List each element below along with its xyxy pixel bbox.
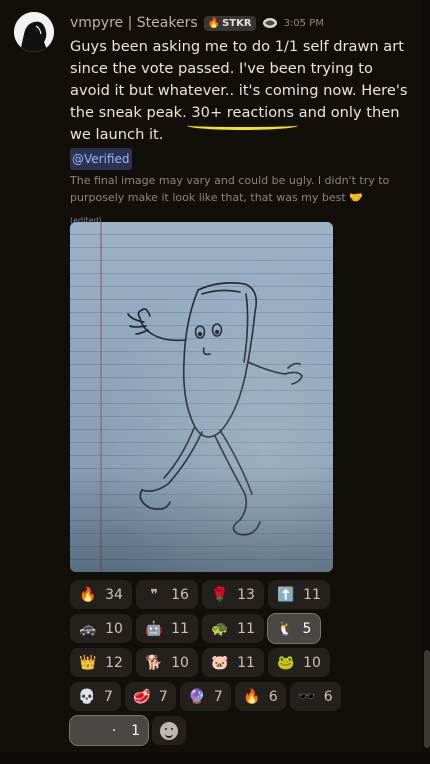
role-mention[interactable]: @Verified <box>70 148 132 170</box>
reaction-count: 10 <box>171 654 189 671</box>
reaction-row: 🚓 10 🤖 11 🐢 11 🐧 5 <box>70 613 350 644</box>
message-content: Guys been asking me to do 1/1 self drawn… <box>70 36 415 232</box>
steak-icon: 🥩 <box>133 688 151 705</box>
reaction-count: 16 <box>171 586 189 603</box>
skull-icon: 💀 <box>78 688 96 705</box>
add-reaction-button[interactable] <box>152 716 186 745</box>
reaction-row: · 1 <box>69 715 350 746</box>
reaction-penguin-selected[interactable]: 🐧 5 <box>267 613 321 644</box>
reaction-doge[interactable]: 🐕 10 <box>136 648 198 677</box>
doge-icon: 🐕 <box>145 654 163 671</box>
reaction-fire-wall[interactable]: 🔥 6 <box>234 682 286 711</box>
rose-icon: 🌹 <box>211 586 229 603</box>
reaction-bar: 🔥 34 ❞ 16 🌹 13 ⬆️ 11 🚓 10 🤖 11 🐢 11 🐧 5 👑 12 🐕 10 … <box>69 580 350 750</box>
message-header: vmpyre | Steakers 🔥 STKR 3:05 PM <box>70 14 324 32</box>
username[interactable]: vmpyre | Steakers <box>70 15 198 31</box>
turtle-icon: 🐢 <box>211 620 229 637</box>
purple-flame-icon: 🔮 <box>188 688 206 705</box>
reaction-row: 💀 7 🥩 7 🔮 7 🔥 6 🕶️ 6 <box>70 682 350 711</box>
reaction-count: 11 <box>171 620 189 637</box>
this-arrow-icon: ⬆️ <box>277 586 295 603</box>
reaction-skull[interactable]: 💀 7 <box>70 682 121 711</box>
pig-icon: 🐷 <box>211 654 229 671</box>
badge-icon[interactable] <box>262 17 278 29</box>
sunglasses-icon: 🕶️ <box>297 688 316 705</box>
bottom-edge <box>0 752 430 764</box>
reaction-sunglasses[interactable]: 🕶️ 6 <box>289 682 341 711</box>
fire-wall-icon: 🔥 <box>243 688 261 705</box>
dot-icon: · <box>111 722 117 739</box>
pepe-icon: 🐸 <box>277 654 295 671</box>
reaction-fire[interactable]: 🔥 34 <box>70 580 132 609</box>
reaction-count: 11 <box>303 586 321 603</box>
highlighted-text-label: 30+ reactions <box>191 104 294 121</box>
king-icon: 👑 <box>79 654 97 671</box>
server-tag[interactable]: 🔥 STKR <box>203 15 256 31</box>
reaction-purple-flame[interactable]: 🔮 7 <box>179 682 231 711</box>
add-reaction-smile-icon <box>160 721 178 740</box>
reaction-quote[interactable]: ❞ 16 <box>136 580 198 609</box>
reaction-turtle[interactable]: 🐢 11 <box>202 614 264 643</box>
disclaimer-text: The final image may vary and could be ug… <box>70 174 390 204</box>
reaction-rose[interactable]: 🌹 13 <box>202 580 264 609</box>
yellow-underline-annotation <box>187 121 298 130</box>
penguin-icon: 🐧 <box>276 620 295 637</box>
reaction-bot[interactable]: 🤖 11 <box>136 614 198 643</box>
reaction-count: 13 <box>237 586 255 603</box>
photo-lighting <box>70 222 333 572</box>
reaction-count: 5 <box>302 620 312 637</box>
reaction-count: 6 <box>268 688 278 705</box>
reaction-count: 1 <box>131 722 140 739</box>
reaction-count: 10 <box>105 620 123 637</box>
avatar-silhouette-icon <box>14 12 54 52</box>
reaction-count: 34 <box>105 586 123 603</box>
police-icon: 🚓 <box>79 620 97 637</box>
reaction-count: 10 <box>303 654 321 671</box>
reaction-count: 11 <box>237 654 255 671</box>
reaction-count: 12 <box>105 654 123 671</box>
reaction-this-arrow[interactable]: ⬆️ 11 <box>268 580 330 609</box>
reaction-steak[interactable]: 🥩 7 <box>124 682 176 711</box>
attached-drawing-image[interactable] <box>70 222 333 572</box>
timestamp: 3:05 PM <box>283 17 324 29</box>
reaction-count: 7 <box>213 688 223 705</box>
reaction-pepe[interactable]: 🐸 10 <box>268 648 330 677</box>
reaction-count: 11 <box>237 620 255 637</box>
bot-icon: 🤖 <box>145 620 163 637</box>
reaction-row: 👑 12 🐕 10 🐷 11 🐸 10 <box>70 648 350 677</box>
reaction-row: 🔥 34 ❞ 16 🌹 13 ⬆️ 11 <box>70 580 350 609</box>
quote-icon: ❞ <box>150 586 158 603</box>
reaction-count: 6 <box>323 688 333 705</box>
scrollbar-thumb[interactable] <box>424 650 430 748</box>
reaction-count: 7 <box>104 688 113 705</box>
reaction-pig[interactable]: 🐷 11 <box>202 648 264 677</box>
reaction-king[interactable]: 👑 12 <box>70 648 132 677</box>
highlighted-text: 30+ reactions <box>187 102 298 130</box>
fire-icon: 🔥 <box>79 586 97 603</box>
user-avatar[interactable] <box>14 12 54 52</box>
reaction-dot-selected[interactable]: · 1 <box>69 715 149 746</box>
reaction-police[interactable]: 🚓 10 <box>70 614 132 643</box>
tag-label: STKR <box>222 17 252 29</box>
tag-fire-icon: 🔥 <box>207 17 221 29</box>
reaction-count: 7 <box>158 688 168 705</box>
